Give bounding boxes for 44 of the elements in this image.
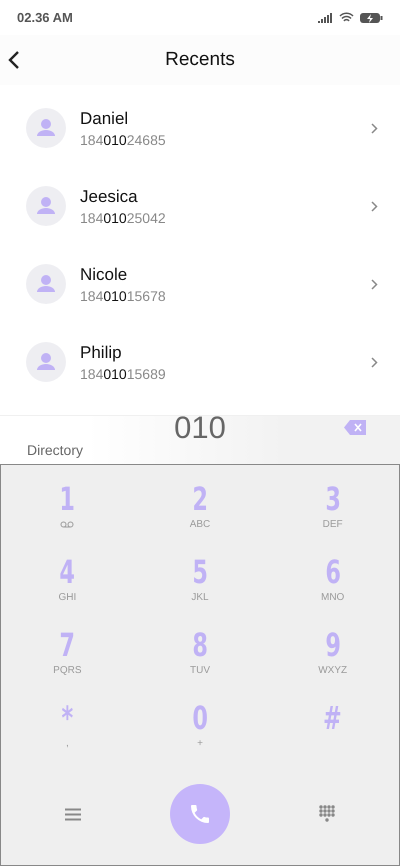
dial-key[interactable]: * ,	[1, 702, 134, 775]
dial-key[interactable]: 0 +	[134, 702, 266, 775]
back-icon[interactable]	[8, 51, 20, 69]
battery-icon	[359, 12, 383, 24]
dialed-number: 010	[173, 410, 227, 446]
dial-key[interactable]: 1	[1, 483, 134, 556]
dial-key[interactable]: #	[266, 702, 399, 775]
dial-key[interactable]: 2 ABC	[134, 483, 266, 556]
signal-icon	[318, 12, 334, 22]
dial-key[interactable]: 9 WXYZ	[266, 629, 399, 702]
contact-number: 18401025042	[80, 210, 167, 226]
menu-icon[interactable]	[65, 808, 82, 820]
voicemail-icon	[60, 521, 74, 528]
chevron-icon	[371, 356, 378, 368]
dial-key[interactable]: 8 TUV	[134, 629, 266, 702]
chevron-icon	[371, 122, 378, 134]
contact-row[interactable]: Nicole 18401015678	[0, 245, 400, 323]
contact-row[interactable]: Jeesica 18401025042	[0, 167, 400, 245]
avatar-icon	[26, 342, 66, 382]
contact-row[interactable]: Daniel 18401024685	[0, 89, 400, 167]
contact-name: Philip	[80, 342, 123, 362]
page-title: Recents	[165, 49, 235, 71]
wifi-icon	[339, 12, 354, 23]
contact-name: Daniel	[80, 108, 130, 128]
dial-key[interactable]: 7 PQRS	[1, 629, 134, 702]
avatar-icon	[26, 264, 66, 304]
chevron-icon	[371, 200, 378, 212]
contact-number: 18401015689	[80, 366, 167, 382]
directory-label[interactable]: Directory	[27, 442, 84, 458]
contact-number: 18401015678	[80, 288, 167, 304]
contact-name: Nicole	[80, 264, 128, 284]
backspace-icon[interactable]	[344, 420, 366, 435]
contact-number: 18401024685	[80, 132, 167, 148]
contact-name: Jeesica	[80, 186, 139, 206]
dial-key[interactable]: 4 GHI	[1, 556, 134, 629]
contact-row[interactable]: Philip 18401015689	[0, 323, 400, 401]
dial-key[interactable]: 5 JKL	[134, 556, 266, 629]
dial-key[interactable]: 3 DEF	[266, 483, 399, 556]
dialpad-icon[interactable]	[318, 805, 335, 823]
dial-key[interactable]: 6 MNO	[266, 556, 399, 629]
avatar-icon	[26, 108, 66, 148]
chevron-icon	[371, 278, 378, 290]
status-time: 02.36 AM	[17, 10, 73, 25]
avatar-icon	[26, 186, 66, 226]
